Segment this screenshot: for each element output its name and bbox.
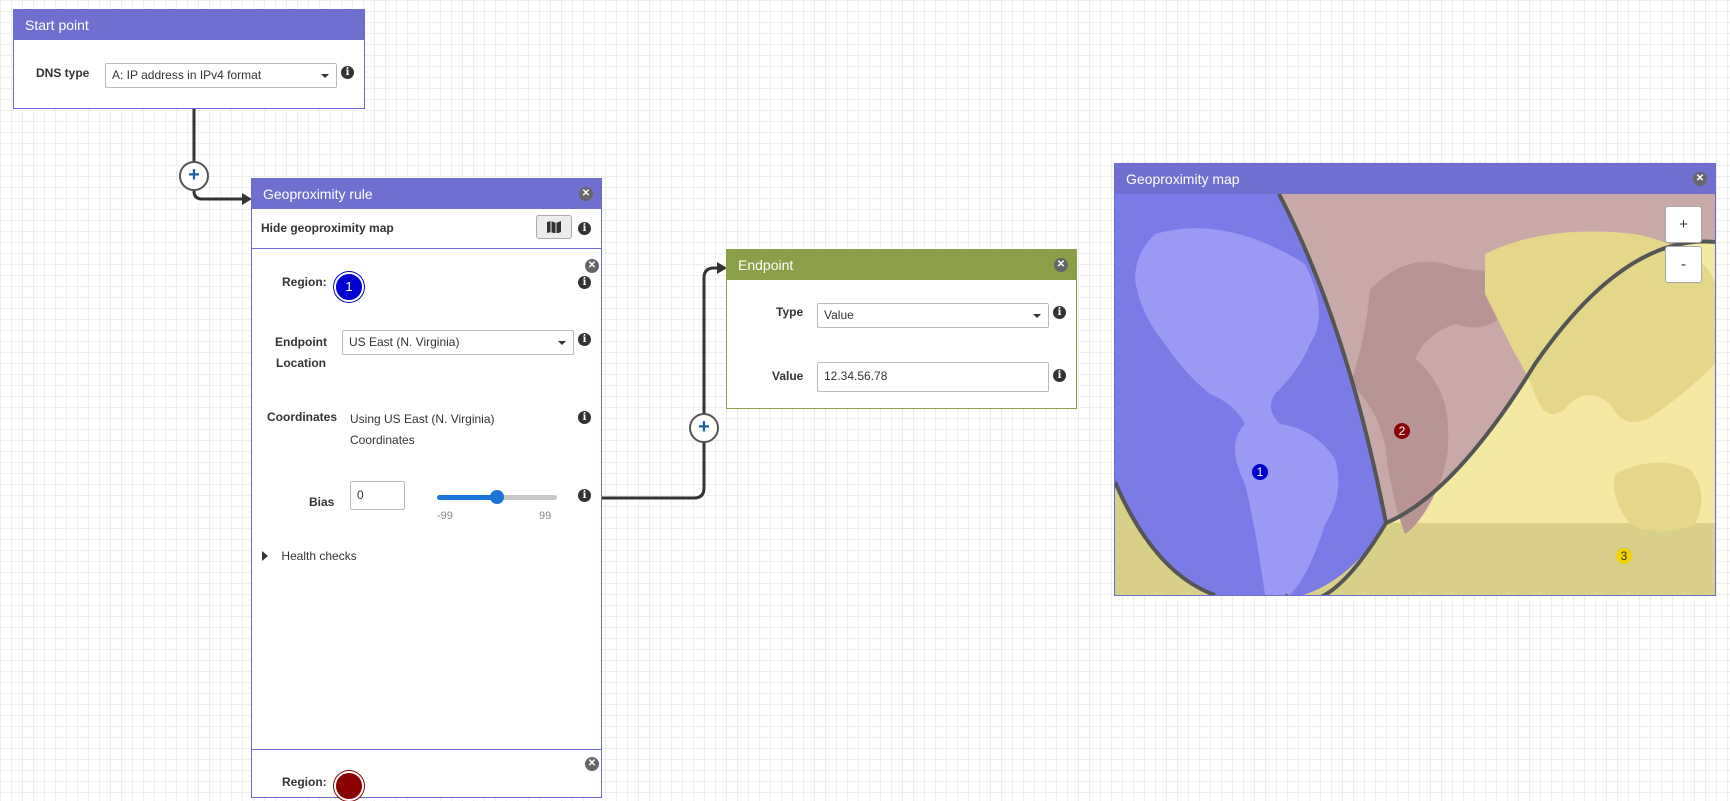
- add-node-button-2[interactable]: +: [689, 413, 719, 443]
- endpoint-label-line1: Endpoint: [275, 335, 327, 349]
- bias-input[interactable]: 0: [350, 481, 405, 510]
- type-label: Type: [776, 305, 804, 319]
- map-marker-3[interactable]: 3: [1616, 548, 1632, 564]
- marker-3-label: 3: [1620, 549, 1628, 563]
- remove-region-button[interactable]: ✕: [585, 757, 599, 771]
- type-select[interactable]: Value: [817, 303, 1049, 328]
- endpoint-title: Endpoint: [738, 257, 794, 273]
- bias-input-value: 0: [357, 488, 364, 502]
- map-icon: [547, 221, 561, 233]
- zoom-in-label: +: [1679, 216, 1688, 233]
- slider-thumb[interactable]: [490, 490, 504, 504]
- bias-min-label: -99: [437, 510, 453, 522]
- bias-slider[interactable]: [437, 490, 557, 504]
- zoom-in-button[interactable]: +: [1665, 206, 1702, 243]
- endpoint-header: Endpoint ✕: [727, 250, 1076, 280]
- hide-map-row: Hide geoproximity map i: [252, 209, 601, 249]
- region-label: Region:: [282, 275, 327, 289]
- value-input-text: 12.34.56.78: [824, 369, 888, 383]
- geoproximity-rule-header: Geoproximity rule ✕: [252, 179, 601, 209]
- dns-type-select[interactable]: A: IP address in IPv4 format: [105, 63, 337, 88]
- map-marker-1[interactable]: 1: [1252, 464, 1268, 480]
- zoom-out-label: -: [1681, 256, 1686, 273]
- info-icon[interactable]: i: [578, 276, 591, 289]
- region-marker-2[interactable]: [334, 771, 364, 801]
- endpoint-location-select[interactable]: US East (N. Virginia): [342, 330, 574, 355]
- health-checks-toggle[interactable]: Health checks: [262, 548, 357, 563]
- close-icon[interactable]: ✕: [579, 187, 593, 201]
- info-icon[interactable]: i: [1053, 369, 1066, 382]
- map-marker-2[interactable]: 2: [1394, 423, 1410, 439]
- add-node-button-1[interactable]: +: [179, 161, 209, 191]
- marker-1-label: 1: [1256, 465, 1264, 479]
- geoproximity-map-header: Geoproximity map ✕: [1115, 164, 1715, 194]
- health-checks-label: Health checks: [281, 548, 357, 563]
- world-map[interactable]: [1115, 194, 1715, 595]
- close-icon[interactable]: ✕: [1054, 258, 1068, 272]
- toggle-map-button[interactable]: [536, 215, 572, 239]
- region-marker-1[interactable]: 1: [334, 272, 364, 302]
- endpoint-location-label: Endpoint Location: [275, 332, 327, 374]
- endpoint-location-value: US East (N. Virginia): [349, 335, 460, 349]
- region-number: 1: [345, 279, 353, 294]
- endpoint-label-line2: Location: [275, 356, 326, 370]
- remove-region-button[interactable]: ✕: [585, 259, 599, 273]
- chevron-down-icon: [1033, 314, 1041, 318]
- bias-label: Bias: [309, 495, 335, 509]
- chevron-down-icon: [321, 74, 329, 78]
- dns-type-value: A: IP address in IPv4 format: [112, 68, 262, 82]
- coordinates-line2: Coordinates: [350, 433, 415, 447]
- dns-type-label: DNS type: [36, 66, 90, 80]
- type-value: Value: [824, 308, 854, 322]
- start-point-header: Start point: [14, 10, 364, 40]
- info-icon[interactable]: i: [341, 66, 354, 79]
- endpoint-panel: Endpoint ✕ Type Value i Value 12.34.56.7…: [726, 249, 1077, 409]
- value-label: Value: [772, 369, 804, 383]
- region-divider: [252, 749, 601, 750]
- zoom-out-button[interactable]: -: [1665, 246, 1702, 283]
- slider-fill: [437, 495, 497, 500]
- geoproximity-rule-title: Geoproximity rule: [263, 186, 373, 202]
- coordinates-text: Using US East (N. Virginia) Coordinates: [350, 409, 495, 451]
- caret-right-icon: [262, 550, 268, 561]
- value-input[interactable]: 12.34.56.78: [817, 362, 1049, 392]
- info-icon[interactable]: i: [1053, 306, 1066, 319]
- info-icon[interactable]: i: [578, 333, 591, 346]
- hide-map-label: Hide geoproximity map: [261, 221, 394, 235]
- marker-2-label: 2: [1398, 424, 1406, 438]
- info-icon[interactable]: i: [578, 489, 591, 502]
- geoproximity-map-panel: Geoproximity map ✕ 1 2 3 + -: [1114, 163, 1716, 596]
- start-point-title: Start point: [25, 17, 89, 33]
- close-icon[interactable]: ✕: [1693, 172, 1707, 186]
- coordinates-line1: Using US East (N. Virginia): [350, 412, 495, 426]
- region-label-2: Region:: [282, 775, 327, 789]
- info-icon[interactable]: i: [578, 411, 591, 424]
- coordinates-label: Coordinates: [267, 410, 338, 424]
- chevron-down-icon: [558, 341, 566, 345]
- geoproximity-map-title: Geoproximity map: [1126, 171, 1240, 187]
- bias-max-label: 99: [539, 510, 552, 522]
- info-icon[interactable]: i: [578, 222, 591, 235]
- geoproximity-rule-panel: Geoproximity rule ✕ Hide geoproximity ma…: [251, 178, 602, 801]
- start-point-panel: Start point DNS type A: IP address in IP…: [13, 9, 365, 109]
